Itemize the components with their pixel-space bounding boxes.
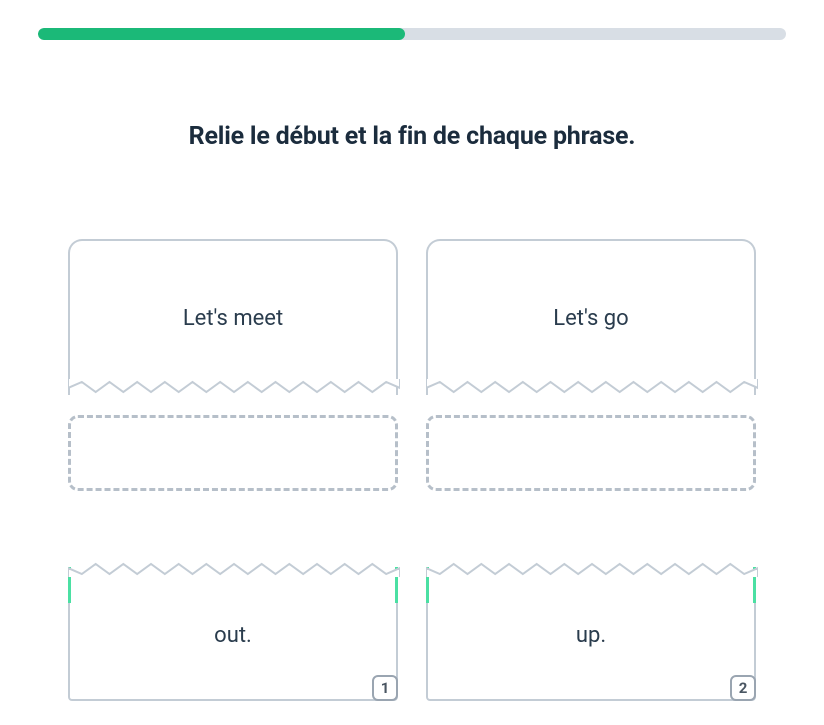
progress-container [0,0,824,40]
drop-zone[interactable] [426,415,756,491]
key-hint-label: 2 [739,679,748,697]
torn-edge-icon [68,379,400,397]
instruction-text: Relie le début et la fin de chaque phras… [68,122,756,151]
accent-bar [68,567,71,603]
progress-bar [38,28,786,40]
drop-zone[interactable] [68,415,398,491]
choices-row: out. 1 up. 2 [68,571,756,701]
torn-edge-icon [426,559,758,577]
prompt-column-1: Let's meet [68,239,398,491]
torn-edge-icon [426,379,758,397]
choice-text: up. [576,623,606,648]
prompt-card: Let's go [426,239,756,395]
torn-edge-icon [68,559,400,577]
prompt-column-2: Let's go [426,239,756,491]
choice-card[interactable]: up. 2 [426,571,756,701]
accent-bar [395,567,398,603]
prompt-text: Let's meet [183,306,283,331]
progress-fill [38,28,405,40]
keyboard-hint: 2 [730,675,756,701]
accent-bar [426,567,429,603]
key-hint-label: 1 [381,679,390,697]
prompt-card: Let's meet [68,239,398,395]
choice-card[interactable]: out. 1 [68,571,398,701]
keyboard-hint: 1 [372,675,398,701]
choice-text: out. [214,623,252,648]
prompts-row: Let's meet Let's go [68,239,756,491]
accent-bar [753,567,756,603]
exercise-content: Relie le début et la fin de chaque phras… [0,122,824,701]
prompt-text: Let's go [553,306,628,331]
